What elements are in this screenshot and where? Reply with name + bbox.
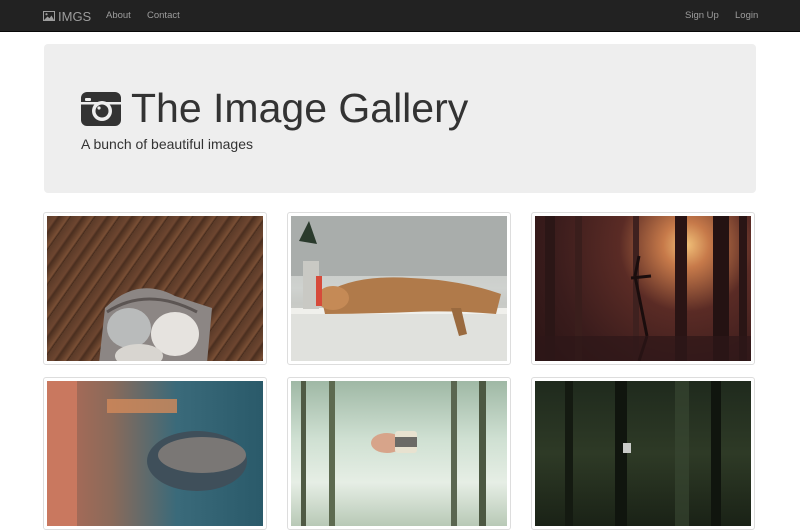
forest-bicycle-image: [535, 216, 751, 361]
yarn-basket-image: [47, 216, 263, 361]
gallery-thumbnail[interactable]: [531, 377, 755, 530]
top-navbar: IMGS About Contact Sign Up Login: [0, 0, 800, 32]
hand-jar-image: [291, 381, 507, 526]
title-text: The Image Gallery: [131, 85, 469, 131]
cat-image: [291, 216, 507, 361]
nav-link-about[interactable]: About: [106, 0, 131, 32]
person-knit-hat-image: [47, 381, 263, 526]
image-icon: [43, 11, 55, 21]
camera-icon: [81, 92, 121, 126]
nav-link-login[interactable]: Login: [735, 0, 758, 32]
nav-link-signup[interactable]: Sign Up: [685, 0, 719, 32]
gallery-thumbnail[interactable]: [287, 377, 511, 530]
gallery-thumbnail[interactable]: [43, 377, 267, 530]
dark-forest-image: [535, 381, 751, 526]
hero-jumbotron: The Image Gallery A bunch of beautiful i…: [44, 44, 756, 193]
brand-label: IMGS: [58, 8, 92, 24]
gallery-thumbnail[interactable]: [531, 212, 755, 365]
gallery-thumbnail[interactable]: [43, 212, 267, 365]
gallery-thumbnail[interactable]: [287, 212, 511, 365]
nav-link-contact[interactable]: Contact: [147, 0, 180, 32]
page-title: The Image Gallery: [81, 84, 468, 132]
subtitle-text: A bunch of beautiful images: [81, 136, 254, 152]
brand-link[interactable]: IMGS: [43, 0, 91, 32]
